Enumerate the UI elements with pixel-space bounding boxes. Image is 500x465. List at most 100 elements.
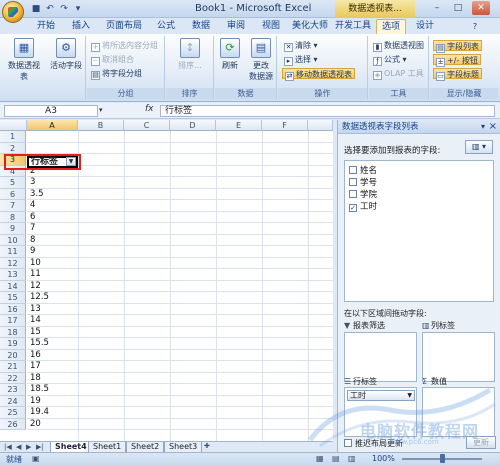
column-header-g[interactable]: [308, 120, 333, 131]
save-icon[interactable]: ■: [30, 3, 42, 15]
olap-tools-button[interactable]: ◈ OLAP 工具: [373, 68, 424, 80]
cell-a[interactable]: 11: [27, 269, 41, 281]
checkbox-hours-checked[interactable]: ✓: [349, 204, 357, 212]
field-hours[interactable]: ✓ 工时: [349, 201, 377, 213]
next-sheet-icon[interactable]: ▶: [26, 443, 31, 451]
formula-input[interactable]: 行标签: [160, 105, 495, 117]
plus-minus-toggle[interactable]: ± +/- 按钮: [433, 54, 481, 67]
cell-a[interactable]: 4: [27, 200, 35, 212]
select-all-corner[interactable]: [0, 120, 27, 131]
worksheet-grid[interactable]: A B C D E F 1 2 3 4 2 5 3 6 3.5 7 4 8 6 9 7 10 8 11 9 12 10 1…: [0, 120, 333, 441]
pivot-chart-button[interactable]: ▮ 数据透视图: [373, 40, 424, 52]
column-header-c[interactable]: C: [124, 120, 170, 131]
page-break-view-icon[interactable]: ▥: [348, 454, 356, 463]
undo-icon[interactable]: ↶: [44, 3, 56, 15]
row-header[interactable]: 18: [0, 326, 26, 338]
first-sheet-icon[interactable]: |◀: [4, 443, 12, 451]
clear-button[interactable]: ✕ 清除 ▾: [284, 40, 318, 52]
qat-dropdown-icon[interactable]: ▾: [72, 3, 84, 15]
insert-sheet-icon[interactable]: ✚: [204, 442, 210, 450]
cell-a[interactable]: 16: [27, 350, 41, 362]
checkbox-student-id[interactable]: [349, 178, 357, 186]
row-header[interactable]: 8: [0, 211, 26, 223]
cell-a[interactable]: [27, 143, 30, 155]
row-header[interactable]: 15: [0, 292, 26, 304]
maximize-button[interactable]: □: [449, 1, 467, 15]
cell-a[interactable]: 19: [27, 396, 41, 408]
ungroup-button[interactable]: − 取消组合: [91, 54, 134, 66]
column-header-d[interactable]: D: [170, 120, 216, 131]
row-header[interactable]: 24: [0, 395, 26, 407]
row-header[interactable]: 16: [0, 303, 26, 315]
last-sheet-icon[interactable]: ▶|: [36, 443, 44, 451]
checkbox-name[interactable]: [349, 166, 357, 174]
values-drop-area[interactable]: [422, 387, 495, 437]
row-header[interactable]: 21: [0, 361, 26, 373]
name-box-dropdown-icon[interactable]: ▾: [99, 106, 103, 114]
tab-options[interactable]: 选项: [376, 19, 406, 34]
sort-button[interactable]: ↕ 排序...: [172, 38, 208, 71]
filter-drop-area[interactable]: [344, 332, 417, 382]
row-header[interactable]: 1: [0, 131, 26, 143]
cell-a[interactable]: 3.5: [27, 189, 44, 201]
cell-a[interactable]: 14: [27, 315, 41, 327]
row-header[interactable]: 5: [0, 177, 26, 189]
name-box[interactable]: A3: [4, 105, 98, 117]
column-header-b[interactable]: B: [78, 120, 124, 131]
cell-a[interactable]: 9: [27, 246, 35, 258]
close-button[interactable]: ✕: [472, 1, 490, 15]
column-header-e[interactable]: E: [216, 120, 262, 131]
cell-a[interactable]: 12.5: [27, 292, 49, 304]
tab-design[interactable]: 设计: [410, 19, 440, 34]
row-header[interactable]: 11: [0, 246, 26, 258]
cell-a[interactable]: 15.5: [27, 338, 49, 350]
fx-icon[interactable]: fx: [145, 104, 154, 114]
field-name[interactable]: 姓名: [349, 165, 377, 177]
defer-checkbox[interactable]: [344, 439, 352, 447]
zoom-slider-thumb[interactable]: [440, 454, 445, 463]
tab-beautify[interactable]: 美化大师: [290, 19, 330, 34]
cell-a[interactable]: 7: [27, 223, 35, 235]
zoom-level[interactable]: 100%: [372, 454, 395, 463]
cell-a[interactable]: 15: [27, 327, 41, 339]
field-student-id[interactable]: 学号: [349, 177, 377, 189]
cell-a[interactable]: 17: [27, 361, 41, 373]
defer-layout-update[interactable]: 推迟布局更新: [344, 438, 403, 449]
columns-drop-area[interactable]: [422, 332, 495, 382]
row-header[interactable]: 17: [0, 315, 26, 327]
cell-a[interactable]: 10: [27, 258, 41, 270]
row-header[interactable]: 22: [0, 372, 26, 384]
cell-a[interactable]: 20: [27, 419, 41, 431]
cell-a[interactable]: 18.5: [27, 384, 49, 396]
cell-a[interactable]: 6: [27, 212, 35, 224]
row-header[interactable]: 2: [0, 142, 26, 154]
column-header-a[interactable]: A: [27, 120, 78, 131]
row-header[interactable]: 26: [0, 418, 26, 430]
row-header[interactable]: 6: [0, 188, 26, 200]
filter-dropdown-icon[interactable]: ▼: [66, 157, 76, 166]
cell-a[interactable]: 18: [27, 373, 41, 385]
row-header[interactable]: 14: [0, 280, 26, 292]
row-header[interactable]: 20: [0, 349, 26, 361]
tab-insert[interactable]: 插入: [65, 19, 97, 34]
row-header[interactable]: 25: [0, 407, 26, 419]
field-headers-toggle[interactable]: ▭ 字段标题: [433, 68, 482, 81]
move-pivot-button[interactable]: ⇄ 移动数据透视表: [282, 68, 355, 81]
row-header[interactable]: 9: [0, 223, 26, 235]
row-header[interactable]: 13: [0, 269, 26, 281]
rows-drop-area[interactable]: 工时 ▼: [344, 387, 417, 437]
checkbox-college[interactable]: [349, 190, 357, 198]
page-layout-view-icon[interactable]: ▤: [332, 454, 340, 463]
row-header[interactable]: 4: [0, 165, 26, 177]
active-field-button[interactable]: ⚙ 活动字段: [48, 38, 84, 71]
tab-data[interactable]: 数据: [185, 19, 217, 34]
refresh-button[interactable]: ⟳ 刷新: [215, 38, 245, 71]
pivot-table-button[interactable]: ▦ 数据透视表: [6, 38, 42, 82]
tab-home[interactable]: 开始: [30, 19, 62, 34]
cell-a[interactable]: [27, 131, 30, 143]
formulas-button[interactable]: ƒ 公式 ▾: [373, 54, 407, 66]
column-header-f[interactable]: F: [262, 120, 308, 131]
row-header[interactable]: 23: [0, 384, 26, 396]
cell-a[interactable]: 12: [27, 281, 41, 293]
row-header[interactable]: 7: [0, 200, 26, 212]
